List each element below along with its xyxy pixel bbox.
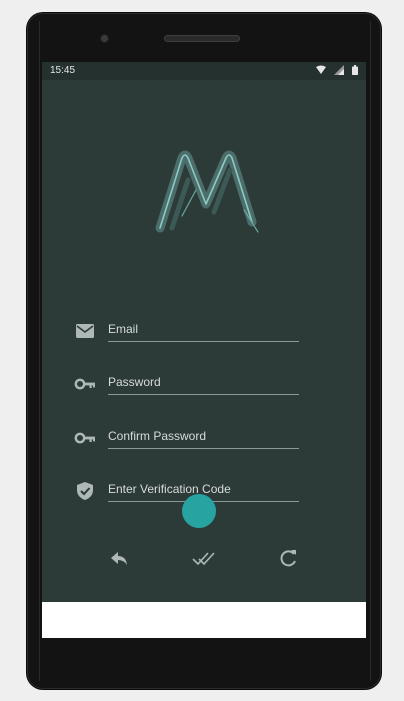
confirm-password-underline [108,448,299,449]
bottom-white-area [42,602,366,638]
key-icon [74,373,96,395]
touch-indicator [182,494,216,528]
email-field[interactable]: Email [72,318,302,348]
refresh-icon [276,550,302,574]
email-underline [108,341,299,342]
confirm-password-label: Confirm Password [108,429,207,443]
wifi-icon [316,65,326,75]
page: 15:45 Email Password Confirm Password En… [0,0,404,701]
camera-icon [101,35,108,42]
mail-icon [74,320,96,342]
speaker-grille [164,35,240,42]
screen: 15:45 Email Password Confirm Password En… [42,62,366,638]
back-button[interactable] [106,546,132,570]
shield-check-icon [74,480,96,502]
refresh-button[interactable] [276,546,302,570]
app-logo-icon [148,144,272,240]
key-icon [74,427,96,449]
password-field[interactable]: Password [72,371,302,401]
password-underline [108,394,299,395]
confirm-button[interactable] [191,546,217,570]
password-label: Password [108,375,161,389]
confirm-password-field[interactable]: Confirm Password [72,425,302,455]
status-time: 15:45 [50,65,76,76]
email-label: Email [108,322,139,336]
status-bar: 15:45 [42,62,366,80]
verification-code-label: Enter Verification Code [108,482,231,496]
signal-icon [334,65,344,75]
battery-icon [352,65,358,75]
double-check-icon [191,552,217,574]
reply-icon [106,552,132,574]
